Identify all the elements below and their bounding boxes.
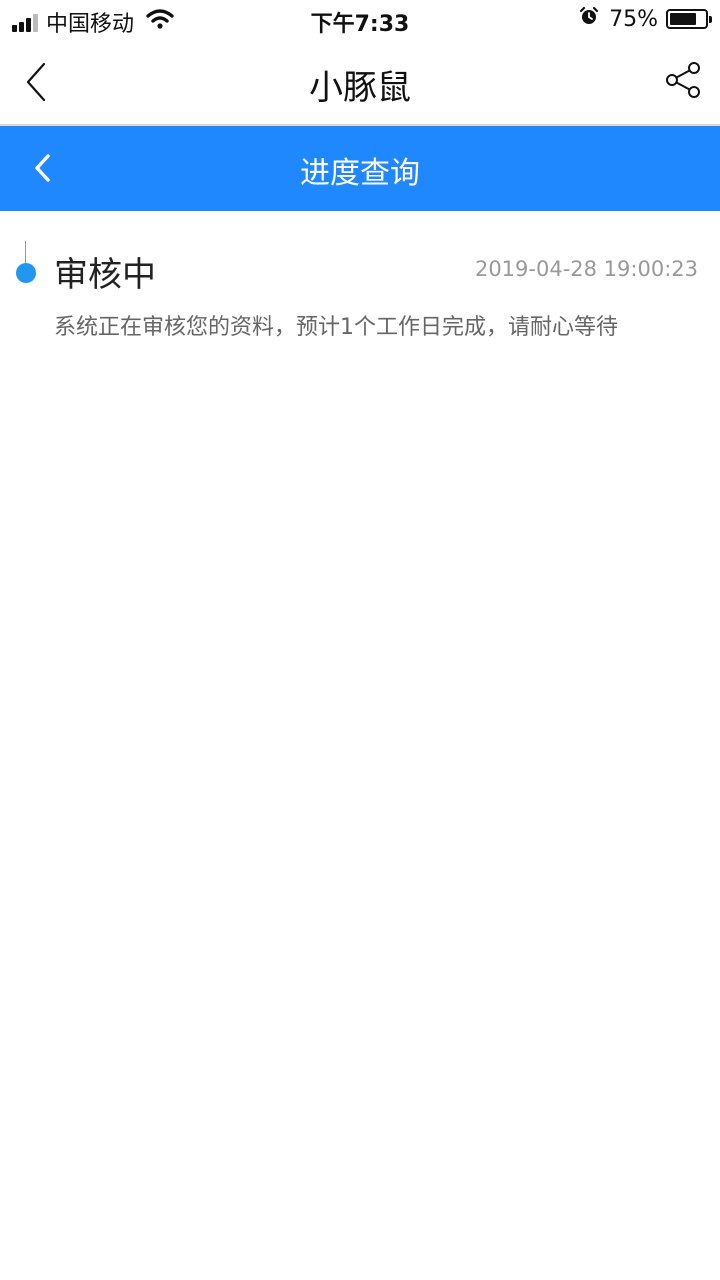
timeline-timestamp: 2019-04-28 19:00:23	[474, 257, 698, 281]
header-title: 进度查询	[300, 156, 420, 191]
alarm-icon	[579, 6, 599, 32]
status-right: 75%	[579, 6, 712, 32]
battery-icon	[666, 9, 712, 29]
share-icon	[666, 62, 700, 98]
share-button[interactable]	[664, 60, 704, 100]
nav-bar: 小豚鼠	[0, 40, 720, 126]
timeline-dot	[16, 263, 36, 283]
timeline-status: 审核中	[54, 255, 156, 295]
status-bar: 中国移动 下午7:33 75%	[0, 0, 720, 40]
page-title: 小豚鼠	[309, 68, 411, 108]
progress-header: 进度查询	[0, 126, 720, 211]
timeline-description: 系统正在审核您的资料，预计1个工作日完成，请耐心等待	[54, 315, 618, 340]
battery-percent: 75%	[609, 6, 658, 32]
